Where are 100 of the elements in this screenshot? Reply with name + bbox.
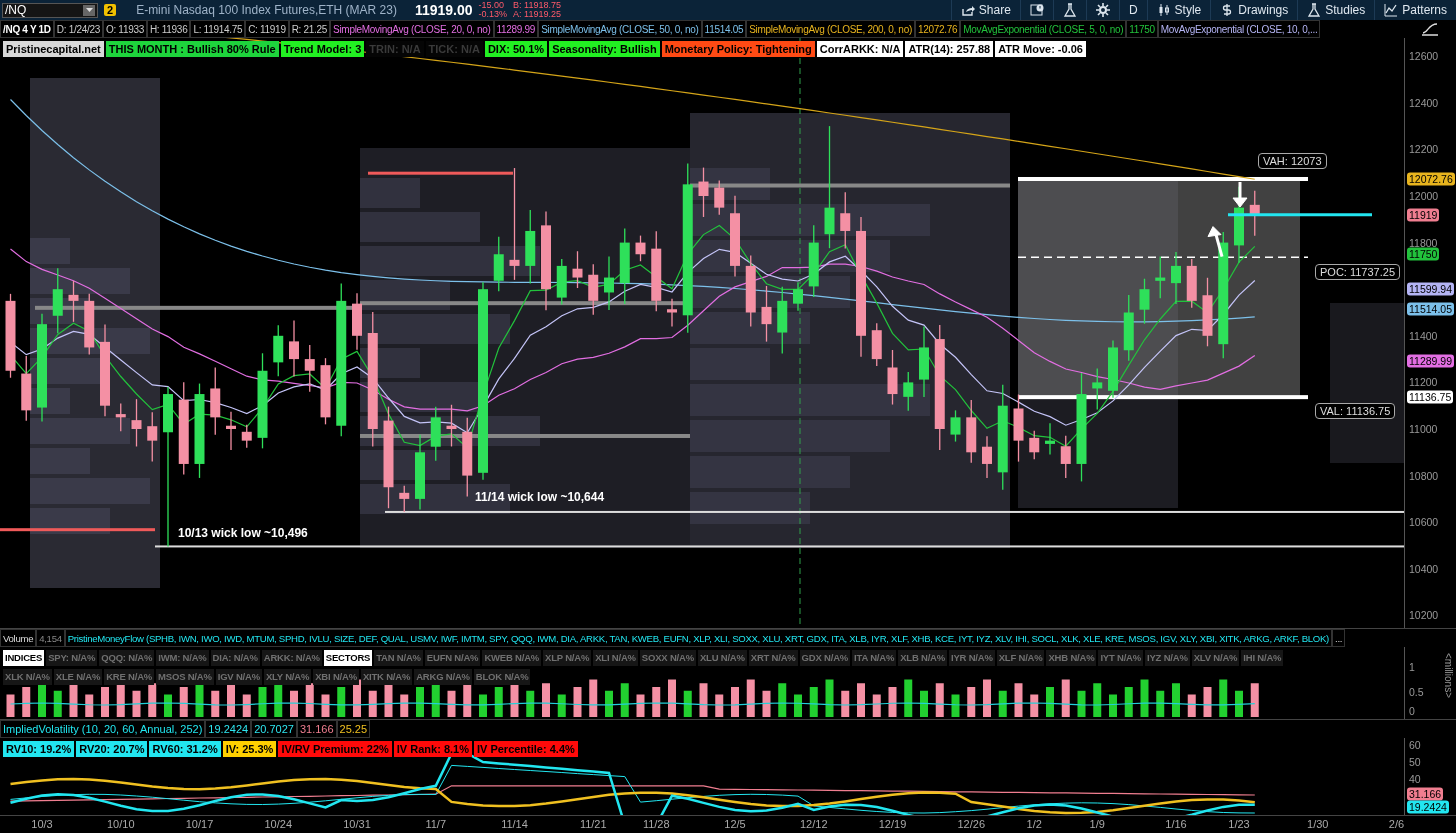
candle	[1123, 294, 1134, 362]
indicator-label: ATR Move: -0.06	[995, 41, 1086, 57]
ticker-label: ITA N/A%	[852, 650, 897, 666]
candle	[982, 435, 992, 479]
study-value: 20.7027	[251, 720, 297, 738]
volatility-tick: 40	[1409, 773, 1421, 785]
volatility-tick: 50	[1409, 756, 1421, 768]
style-button[interactable]: Style	[1146, 0, 1211, 20]
study-label[interactable]: SimpleMovingAvg (CLOSE, 200, 0, no)	[746, 20, 915, 38]
date-tick: 10/24	[264, 818, 292, 830]
date-tick: 10/10	[107, 818, 135, 830]
ticker-label: IWM: N/A%	[156, 650, 209, 666]
candle	[131, 398, 142, 448]
candle	[887, 349, 898, 406]
ticker-label: XBI N/A%	[313, 669, 359, 685]
symbol-field[interactable]: /NQ	[2, 2, 98, 18]
price-tag: 11136.75	[1407, 390, 1454, 404]
volatility-tag: 19.2424	[1407, 800, 1449, 814]
group-label: INDICES	[3, 650, 45, 666]
alert-icon	[1029, 3, 1044, 17]
chart-curve-icon[interactable]	[1421, 22, 1439, 36]
candle	[115, 402, 126, 432]
study-label[interactable]: MovAvgExponential (CLOSE, 10, 0,...	[1157, 20, 1321, 38]
candle	[1171, 251, 1181, 305]
share-button[interactable]: Share	[950, 0, 1020, 20]
ticker-label: XLP N/A%	[543, 650, 592, 666]
price-tag: 11919	[1407, 208, 1440, 222]
candle	[1045, 422, 1055, 456]
ticker-label: SPY: N/A%	[46, 650, 98, 666]
volume-profile-bar	[30, 448, 90, 474]
drawings-button[interactable]: Drawings	[1210, 0, 1298, 20]
ticker-label: XHB N/A%	[1046, 650, 1097, 666]
ticker-label: MSOS N/A%	[156, 669, 214, 685]
volatility-label: IV Percentile: 4.4%	[473, 741, 578, 757]
studies-button[interactable]: Studies	[1297, 0, 1375, 20]
study-value: 11750	[1126, 20, 1158, 38]
volume-tick: 1	[1409, 661, 1415, 673]
patterns-button[interactable]: Patterns	[1374, 0, 1456, 20]
date-tick: 10/31	[343, 818, 371, 830]
candle	[761, 285, 772, 343]
candle	[147, 411, 158, 463]
study-label[interactable]: ImpliedVolatility (10, 20, 60, Annual, 252)	[0, 720, 206, 738]
ticker-label: XRT N/A%	[748, 650, 798, 666]
candle	[1186, 258, 1197, 309]
date-tick: 10/3	[31, 818, 53, 830]
ohlc-field: O: 11933	[102, 20, 147, 38]
candle	[1155, 255, 1166, 299]
ticker-label: XLU N/A%	[697, 650, 747, 666]
price-tick: 11200	[1409, 376, 1438, 389]
candle	[273, 324, 284, 377]
candle	[667, 298, 677, 328]
indicator-label: Trend Model: 3	[280, 41, 365, 57]
pattern-chart-icon	[1384, 3, 1399, 17]
study-label[interactable]: SimpleMovingAvg (CLOSE, 20, 0, no)	[330, 20, 494, 38]
candle	[1092, 367, 1103, 411]
study-label[interactable]: SimpleMovingAvg (CLOSE, 50, 0, no)	[538, 20, 702, 38]
ask-price: A: 11919.25	[513, 10, 561, 19]
date-tick: 1/23	[1228, 818, 1250, 830]
volume-profile-bar	[30, 238, 70, 264]
more-button[interactable]: ...	[1332, 629, 1346, 647]
ticker-label: XLY N/A%	[263, 669, 312, 685]
chart-symbol: /NQ 4 Y 1D	[0, 20, 54, 38]
unit-label: <millions>	[1443, 653, 1454, 699]
link-badge[interactable]: 2	[104, 4, 117, 16]
ticker-label: QQQ: N/A%	[99, 650, 155, 666]
price-tick: 12400	[1409, 96, 1439, 109]
candle	[556, 258, 567, 306]
ticker-label: SOXX N/A%	[639, 650, 696, 666]
price-tick: 10200	[1409, 609, 1439, 622]
ticker-label: EUFN N/A%	[424, 650, 481, 666]
price-tick: 11800	[1409, 236, 1438, 249]
ticker-label: XLE N/A%	[53, 669, 103, 685]
candle	[399, 485, 410, 513]
price-tick: 11400	[1409, 329, 1438, 342]
ticker-label: XLK N/A%	[3, 669, 52, 685]
study-value: 19.2424	[205, 720, 252, 738]
ohlc-field: C: 11919	[245, 20, 289, 38]
volatility-label: RV20: 20.7%	[76, 741, 148, 757]
aggregation-button[interactable]: D	[1118, 0, 1147, 20]
group-label: SECTORS	[323, 650, 373, 666]
date-tick: 12/19	[878, 818, 907, 830]
candle	[430, 406, 441, 462]
candle	[871, 322, 882, 367]
date-tick: 10/17	[185, 818, 214, 830]
ticker-label: IGV N/A%	[215, 669, 262, 685]
ohlc-field: R: 21.25	[288, 20, 331, 38]
candle	[635, 234, 646, 262]
ticker-label: KWEB N/A%	[482, 650, 542, 666]
candle	[226, 411, 236, 451]
ticker-label: XLB N/A%	[898, 650, 947, 666]
ticker-label: IYZ N/A%	[1145, 650, 1190, 666]
date-tick: 11/28	[642, 818, 670, 830]
candle	[1060, 435, 1071, 479]
candle	[1139, 278, 1150, 325]
candle	[68, 280, 79, 323]
price-tick: 12000	[1409, 190, 1439, 202]
study-label[interactable]: PristineMoneyFlow (SPHB, IWN, IWO, IWD, MTUM, SPHD, IVLU, SIZE, DEF, QUAL, USMV, IWF, IMTM, SPY, QQQ, IWM, DIA, ARKK, TAN, KWEB, EUFN, XLP, XLI, SOXX, XLU, XRT, GDX, ITA, XLB, IYR, XLF, XHB, KCE, IYT, IYZ, XLV, IHI, SOCL, XLK, XLE, KRE, MSOS, IGV, XLY, XBI, XITK, ARKG, ARKF, BLOK)	[64, 629, 1332, 647]
ticker-label: XITK N/A%	[360, 669, 413, 685]
study-label[interactable]: MovAvgExponential (CLOSE, 5, 0, no)	[960, 20, 1127, 38]
ohlc-field: H: 11936	[146, 20, 191, 38]
